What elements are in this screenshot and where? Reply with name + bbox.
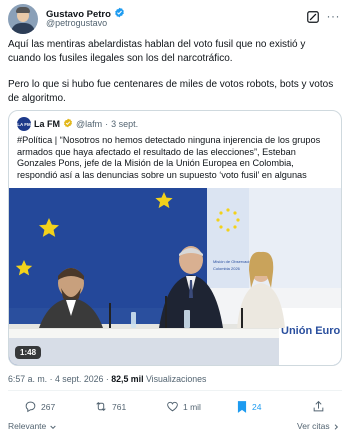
reply-count: 267 xyxy=(41,401,56,412)
like-count: 1 mil xyxy=(183,401,201,412)
banner-text-line3: Colombia 2026 xyxy=(213,266,241,271)
chevron-down-icon xyxy=(49,421,57,431)
quote-separator: · xyxy=(105,119,109,129)
repost-icon xyxy=(94,400,108,413)
share-button[interactable] xyxy=(312,400,325,413)
banner-text-line1: Unión Europea xyxy=(281,325,341,337)
tweet-date[interactable]: 4 sept. 2026 xyxy=(55,374,103,384)
quote-avatar: LA FM xyxy=(17,117,31,131)
reply-button[interactable]: 267 xyxy=(24,400,55,413)
tweet-header: Gustavo Petro @petrogustavo ··· xyxy=(8,4,342,34)
tweet-paragraph: Pero lo que si hubo fue centenares de mi… xyxy=(8,79,334,104)
sort-dropdown[interactable]: Relevante xyxy=(8,421,57,431)
repost-count: 761 xyxy=(112,401,127,412)
chevron-right-icon xyxy=(332,421,340,431)
bookmark-button[interactable]: 24 xyxy=(236,400,261,414)
reply-icon xyxy=(24,400,37,413)
stats-separator: · xyxy=(105,374,109,384)
view-count: 82,5 mil xyxy=(111,374,144,384)
quote-header: LA FM La FM @lafm · 3 sept. xyxy=(17,117,138,131)
stats-separator: · xyxy=(49,374,53,384)
bookmark-icon xyxy=(236,400,248,414)
tweet-body: Aquí las mentiras abelardistas hablan de… xyxy=(8,38,340,105)
replies-footer: Relevante Ver citas xyxy=(8,420,342,434)
more-options-icon[interactable]: ··· xyxy=(327,10,341,22)
quote-video[interactable]: Misión de Observación Electoral Colombia… xyxy=(9,188,341,365)
quoted-tweet[interactable]: LA FM La FM @lafm · 3 sept. #Política | … xyxy=(8,110,342,366)
quote-handle: @lafm xyxy=(76,119,103,129)
author-avatar[interactable] xyxy=(8,4,38,34)
view-quotes-link[interactable]: Ver citas xyxy=(297,421,340,431)
tweet-paragraph: Aquí las mentiras abelardistas hablan de… xyxy=(8,39,306,64)
verified-badge-icon xyxy=(63,118,73,130)
action-bar: 267 761 1 mil 24 xyxy=(8,400,342,418)
quote-author-name: La FM xyxy=(34,119,60,129)
repost-button[interactable]: 761 xyxy=(94,400,126,413)
tweet-stats: 6:57 a. m. · 4 sept. 2026 · 82,5 mil Vis… xyxy=(8,374,206,384)
view-count-label: Visualizaciones xyxy=(145,374,207,384)
share-icon xyxy=(312,400,325,413)
quote-text: #Política | “Nosotros no hemos detectado… xyxy=(17,135,321,180)
heart-icon xyxy=(166,400,179,413)
tweet-time[interactable]: 6:57 a. m. xyxy=(8,374,47,384)
video-duration: 1:48 xyxy=(15,346,42,359)
view-quotes-label: Ver citas xyxy=(297,421,330,431)
sort-label: Relevante xyxy=(8,421,47,431)
like-button[interactable]: 1 mil xyxy=(166,400,201,413)
grok-icon[interactable] xyxy=(306,10,320,24)
bookmark-count: 24 xyxy=(252,402,262,412)
quote-date: 3 sept. xyxy=(111,119,139,129)
verified-badge-icon xyxy=(114,5,125,23)
video-frame-image: Misión de Observación Electoral Colombia… xyxy=(9,188,341,365)
divider xyxy=(8,390,342,391)
author-handle[interactable]: @petrogustavo xyxy=(46,18,107,28)
